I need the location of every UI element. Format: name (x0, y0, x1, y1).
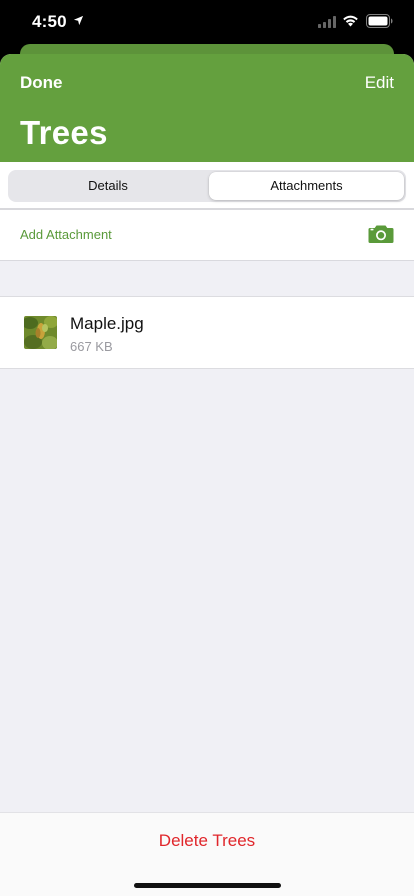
camera-icon[interactable] (368, 224, 394, 244)
record-sheet: Done Edit Trees Details Attachments Add … (0, 54, 414, 896)
edit-button[interactable]: Edit (365, 73, 394, 93)
location-arrow-icon (73, 15, 84, 26)
done-button[interactable]: Done (20, 73, 63, 93)
status-time: 4:50 (32, 12, 67, 31)
add-attachment-row[interactable]: Add Attachment (0, 210, 414, 261)
segmented-control: Details Attachments (8, 170, 406, 202)
add-attachment-label: Add Attachment (20, 227, 112, 242)
page-title: Trees (20, 114, 108, 151)
home-indicator[interactable] (134, 883, 281, 888)
wifi-icon (343, 15, 358, 27)
battery-icon (366, 14, 393, 28)
attachment-name: Maple.jpg (70, 314, 144, 333)
image-thumbnail (24, 316, 57, 349)
bottom-toolbar: Delete Trees (0, 812, 414, 896)
tab-details[interactable]: Details (10, 172, 206, 200)
navigation-bar: Done Edit Trees (0, 54, 414, 162)
tab-attachments[interactable]: Attachments (209, 172, 404, 200)
segment-bar: Details Attachments (0, 162, 414, 208)
delete-button[interactable]: Delete Trees (0, 831, 414, 851)
attachment-size: 667 KB (70, 339, 113, 354)
status-bar: 4:50 (0, 0, 414, 44)
signal-icon (318, 16, 336, 28)
attachment-list-item[interactable]: Maple.jpg 667 KB (0, 296, 414, 369)
